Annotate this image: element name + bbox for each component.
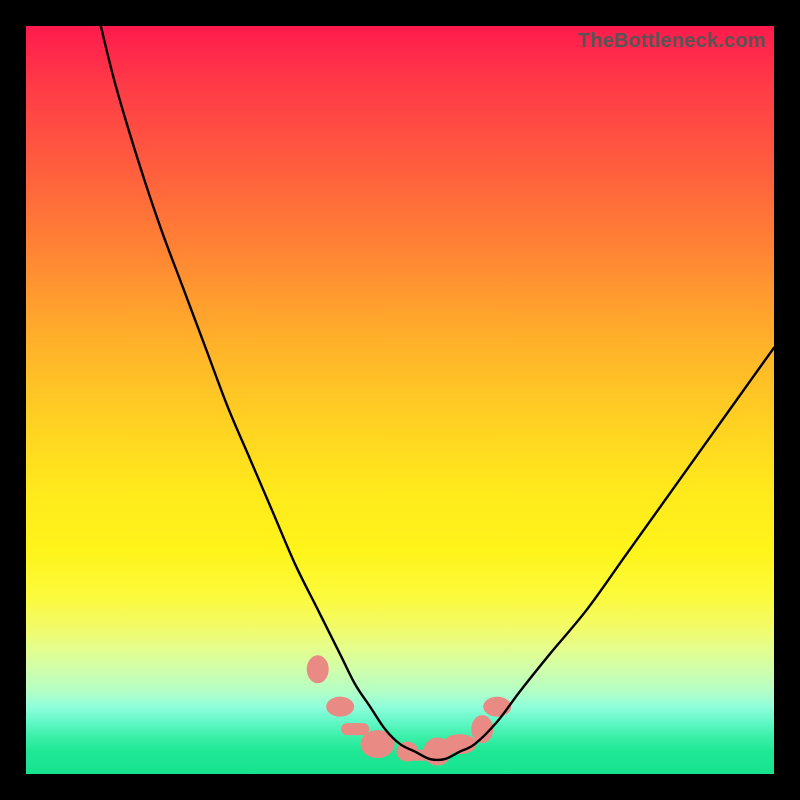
curve-layer xyxy=(26,26,774,774)
trough-marker xyxy=(307,655,329,683)
plot-area: TheBottleneck.com xyxy=(26,26,774,774)
trough-marker xyxy=(326,697,354,717)
trough-marker xyxy=(341,723,369,735)
trough-marker xyxy=(483,697,511,717)
bottleneck-curve xyxy=(101,26,774,760)
chart-frame: TheBottleneck.com xyxy=(0,0,800,800)
